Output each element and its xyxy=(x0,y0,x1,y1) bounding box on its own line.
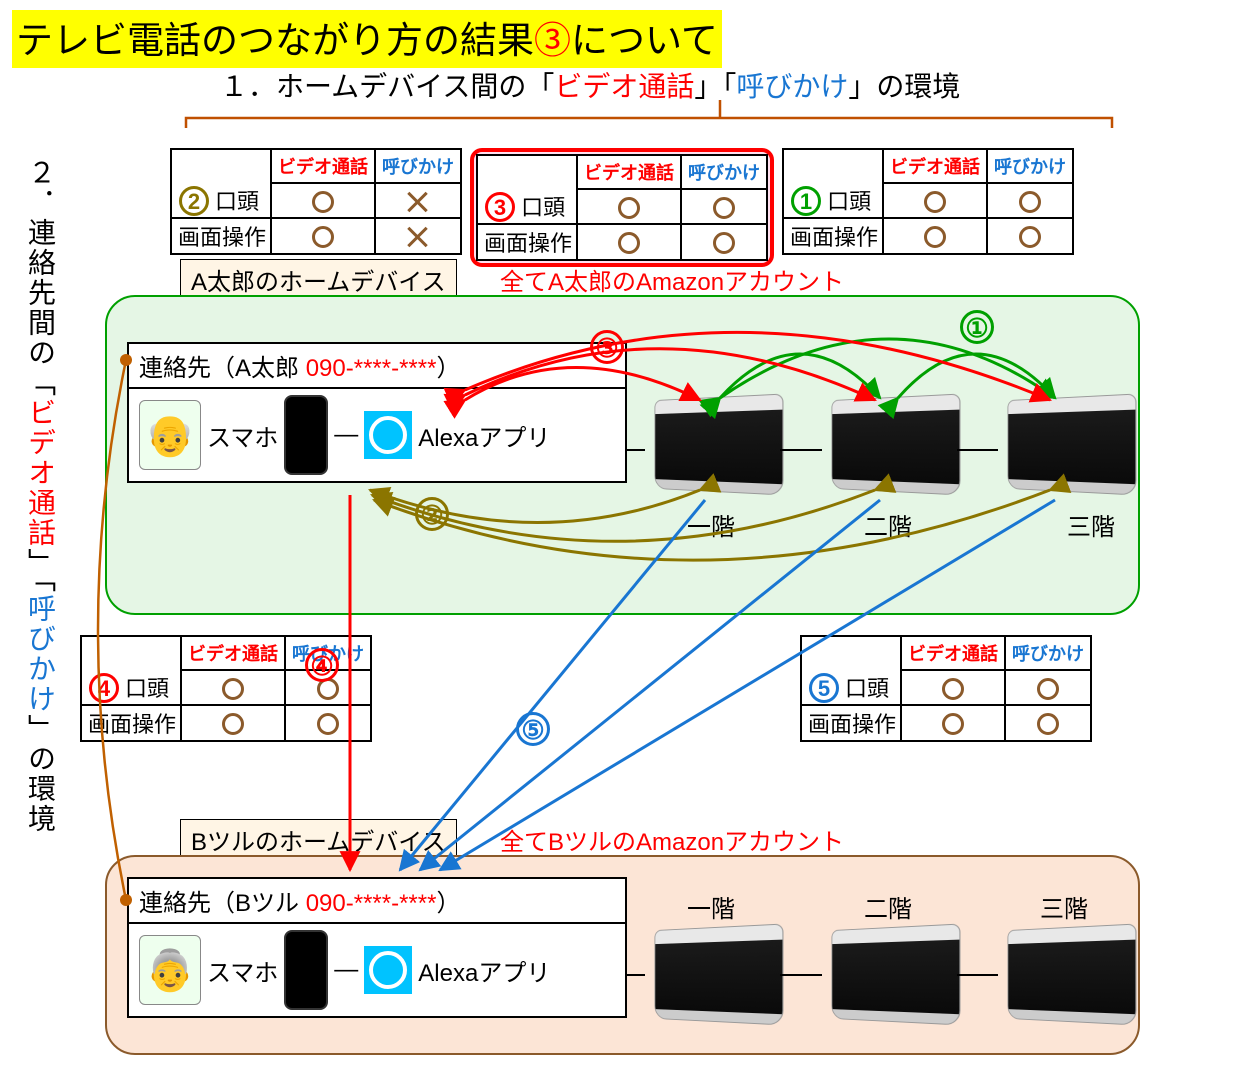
group-b-panel: 連絡先（Bツル 090-****-****） 👵 スマホ ― Alexaアプリ … xyxy=(105,855,1140,1055)
matrix-table: ビデオ通話呼びかけ 1 口頭 画面操作 xyxy=(782,148,1074,255)
arrow-label-3: ③ xyxy=(590,330,624,365)
arrow-label-5: ⑤ xyxy=(516,712,550,747)
group-a-account-label: 全てA太郎のAmazonアカウント xyxy=(500,262,844,297)
avatar-a-icon: 👴 xyxy=(139,400,201,470)
title-post: について xyxy=(571,20,718,61)
matrix-table: ビデオ通話呼びかけ 3 口頭 画面操作 xyxy=(476,154,768,261)
matrix-table: ビデオ通話呼びかけ 2 口頭 画面操作 xyxy=(170,148,462,255)
arrow-label-4: ④ xyxy=(305,648,339,683)
group-b-device-label: Bツルのホームデバイス xyxy=(180,819,457,860)
echo-device-3f-a xyxy=(1000,397,1135,492)
smartphone-icon xyxy=(284,395,328,475)
top-tables: ビデオ通話呼びかけ 2 口頭 画面操作 ビデオ通話呼びかけ 3 口頭 画面操作 … xyxy=(170,148,1074,267)
echo-device-1f-b xyxy=(647,927,782,1022)
title-pre: テレビ電話のつながり方の結果 xyxy=(16,20,534,61)
echo-device-2f-a xyxy=(824,397,959,492)
avatar-b-icon: 👵 xyxy=(139,935,201,1005)
floor-3-label-a: 三階 xyxy=(1067,507,1115,542)
floor-1-label-a: 一階 xyxy=(687,507,735,542)
floor-3-label-b: 三階 xyxy=(1040,889,1088,924)
contact-b-body: 👵 スマホ ― Alexaアプリ xyxy=(129,924,625,1016)
floor-1-label-b: 一階 xyxy=(687,889,735,924)
floor-2-label-a: 二階 xyxy=(864,507,912,542)
title-num: ③ xyxy=(534,20,571,61)
page-title: テレビ電話のつながり方の結果③について xyxy=(12,10,722,68)
arrow-label-1: ① xyxy=(960,310,994,345)
alexa-app-icon xyxy=(364,946,412,994)
contact-a-body: 👴 スマホ ― Alexaアプリ xyxy=(129,389,625,481)
group-b-account-label: 全てBツルのAmazonアカウント xyxy=(500,822,844,857)
echo-device-2f-b xyxy=(824,927,959,1022)
contact-b-box: 連絡先（Bツル 090-****-****） 👵 スマホ ― Alexaアプリ xyxy=(127,877,627,1018)
section1-heading: １．ホームデバイス間の「ビデオ通話」「呼びかけ」の環境 xyxy=(220,65,960,105)
contact-a-header: 連絡先（A太郎 090-****-****） xyxy=(129,344,625,389)
section2-heading: ２．連絡先間の「ビデオ通話」「呼びかけ」の環境 xyxy=(20,158,60,834)
contact-b-header: 連絡先（Bツル 090-****-****） xyxy=(129,879,625,924)
alexa-app-icon xyxy=(364,411,412,459)
contact-a-box: 連絡先（A太郎 090-****-****） 👴 スマホ ― Alexaアプリ xyxy=(127,342,627,483)
echo-device-3f-b xyxy=(1000,927,1135,1022)
smartphone-icon xyxy=(284,930,328,1010)
echo-device-1f-a xyxy=(647,397,782,492)
arrow-label-2: ② xyxy=(415,497,449,532)
table-5: ビデオ通話呼びかけ 5 口頭 画面操作 xyxy=(800,635,1092,742)
floor-2-label-b: 二階 xyxy=(864,889,912,924)
matrix-table: ビデオ通話呼びかけ 5 口頭 画面操作 xyxy=(800,635,1092,742)
group-a-device-label: A太郎のホームデバイス xyxy=(180,259,457,300)
